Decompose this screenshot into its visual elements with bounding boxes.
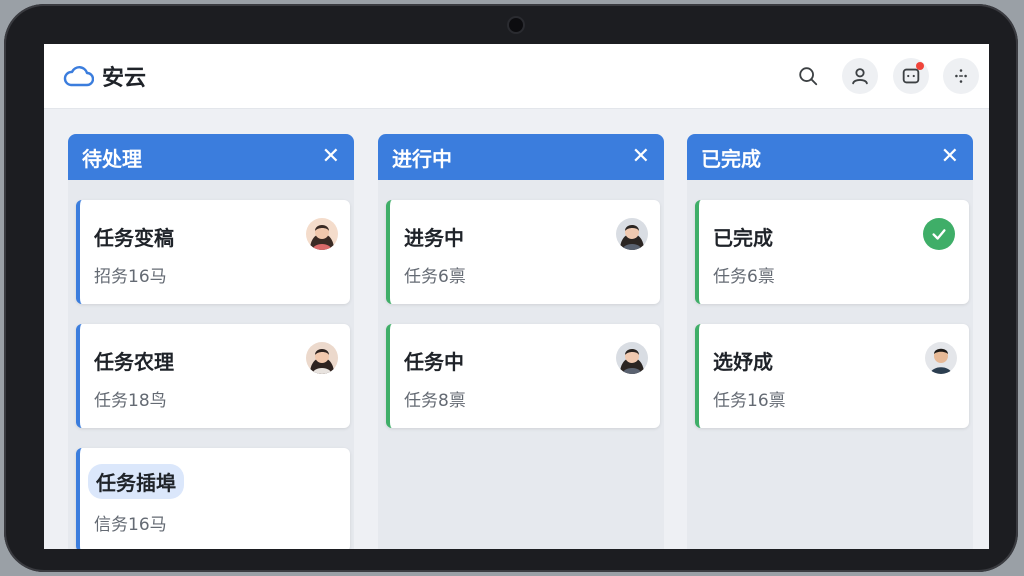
apps-button[interactable]	[943, 58, 979, 94]
avatar-woman-icon	[306, 218, 338, 250]
task-meta: 任务16禀	[713, 391, 786, 411]
avatar-woman-icon	[616, 218, 648, 250]
search-button[interactable]	[790, 58, 826, 94]
task-title: 任务插埠	[88, 464, 184, 499]
avatar-man-icon	[925, 342, 957, 374]
profile-button[interactable]	[842, 58, 878, 94]
column-title: 进行中	[392, 146, 452, 171]
task-card[interactable]: 选妤成 任务16禀	[695, 324, 969, 428]
task-card[interactable]: 已完成 任务6禀	[695, 200, 969, 304]
column-done: 已完成 ✕ 已完成 任务6禀 选妤成 任务16禀	[687, 134, 973, 549]
column-header: 已完成 ✕	[687, 134, 973, 180]
notification-button[interactable]	[893, 58, 929, 94]
column-pending: 待处理 ✕ 任务变稿 招务16马 任务农理 任务18鸟 任务插埠 信务16马	[68, 134, 354, 549]
task-meta: 信务16马	[94, 515, 167, 535]
task-title: 任务变稿	[94, 226, 174, 250]
user-icon	[852, 68, 868, 85]
task-card[interactable]: 任务插埠 信务16马	[76, 448, 350, 549]
camera	[509, 18, 523, 32]
task-card[interactable]: 任务农理 任务18鸟	[76, 324, 350, 428]
task-title: 选妤成	[713, 350, 773, 374]
task-meta: 任务8禀	[404, 391, 466, 411]
task-title: 任务农理	[94, 350, 174, 374]
column-header: 待处理 ✕	[68, 134, 354, 180]
task-meta: 任务6禀	[713, 267, 775, 287]
avatar-woman-icon	[616, 342, 648, 374]
task-card[interactable]: 任务变稿 招务16马	[76, 200, 350, 304]
task-meta: 任务6禀	[404, 267, 466, 287]
task-meta: 招务16马	[94, 267, 167, 287]
tablet-frame: 安云 待处理 ✕ 任务变稿 招务16马 任务农理 任务18鸟 任务插埠 信务16…	[4, 4, 1018, 572]
app-name: 安云	[102, 66, 147, 91]
apps-icon	[955, 69, 967, 83]
task-title: 已完成	[713, 226, 773, 250]
task-card[interactable]: 任务中 任务8禀	[386, 324, 660, 428]
column-header: 进行中 ✕	[378, 134, 664, 180]
close-icon[interactable]: ✕	[632, 146, 650, 168]
task-title: 任务中	[404, 350, 464, 374]
close-icon[interactable]: ✕	[322, 146, 340, 168]
cloud-icon	[63, 66, 94, 87]
app-screen: 安云 待处理 ✕ 任务变稿 招务16马 任务农理 任务18鸟 任务插埠 信务16…	[44, 44, 989, 549]
brand[interactable]: 安云	[62, 62, 147, 91]
task-meta: 任务18鸟	[94, 391, 167, 411]
check-icon	[923, 218, 955, 250]
task-card[interactable]: 进务中 任务6禀	[386, 200, 660, 304]
column-in-progress: 进行中 ✕ 进务中 任务6禀 任务中 任务8禀	[378, 134, 664, 549]
close-icon[interactable]: ✕	[941, 146, 959, 168]
avatar-woman-icon	[306, 342, 338, 374]
task-title: 进务中	[404, 226, 464, 250]
search-icon	[799, 67, 818, 86]
top-bar: 安云	[44, 44, 989, 109]
notification-dot	[916, 62, 924, 70]
column-title: 已完成	[701, 146, 761, 171]
column-title: 待处理	[82, 146, 142, 171]
